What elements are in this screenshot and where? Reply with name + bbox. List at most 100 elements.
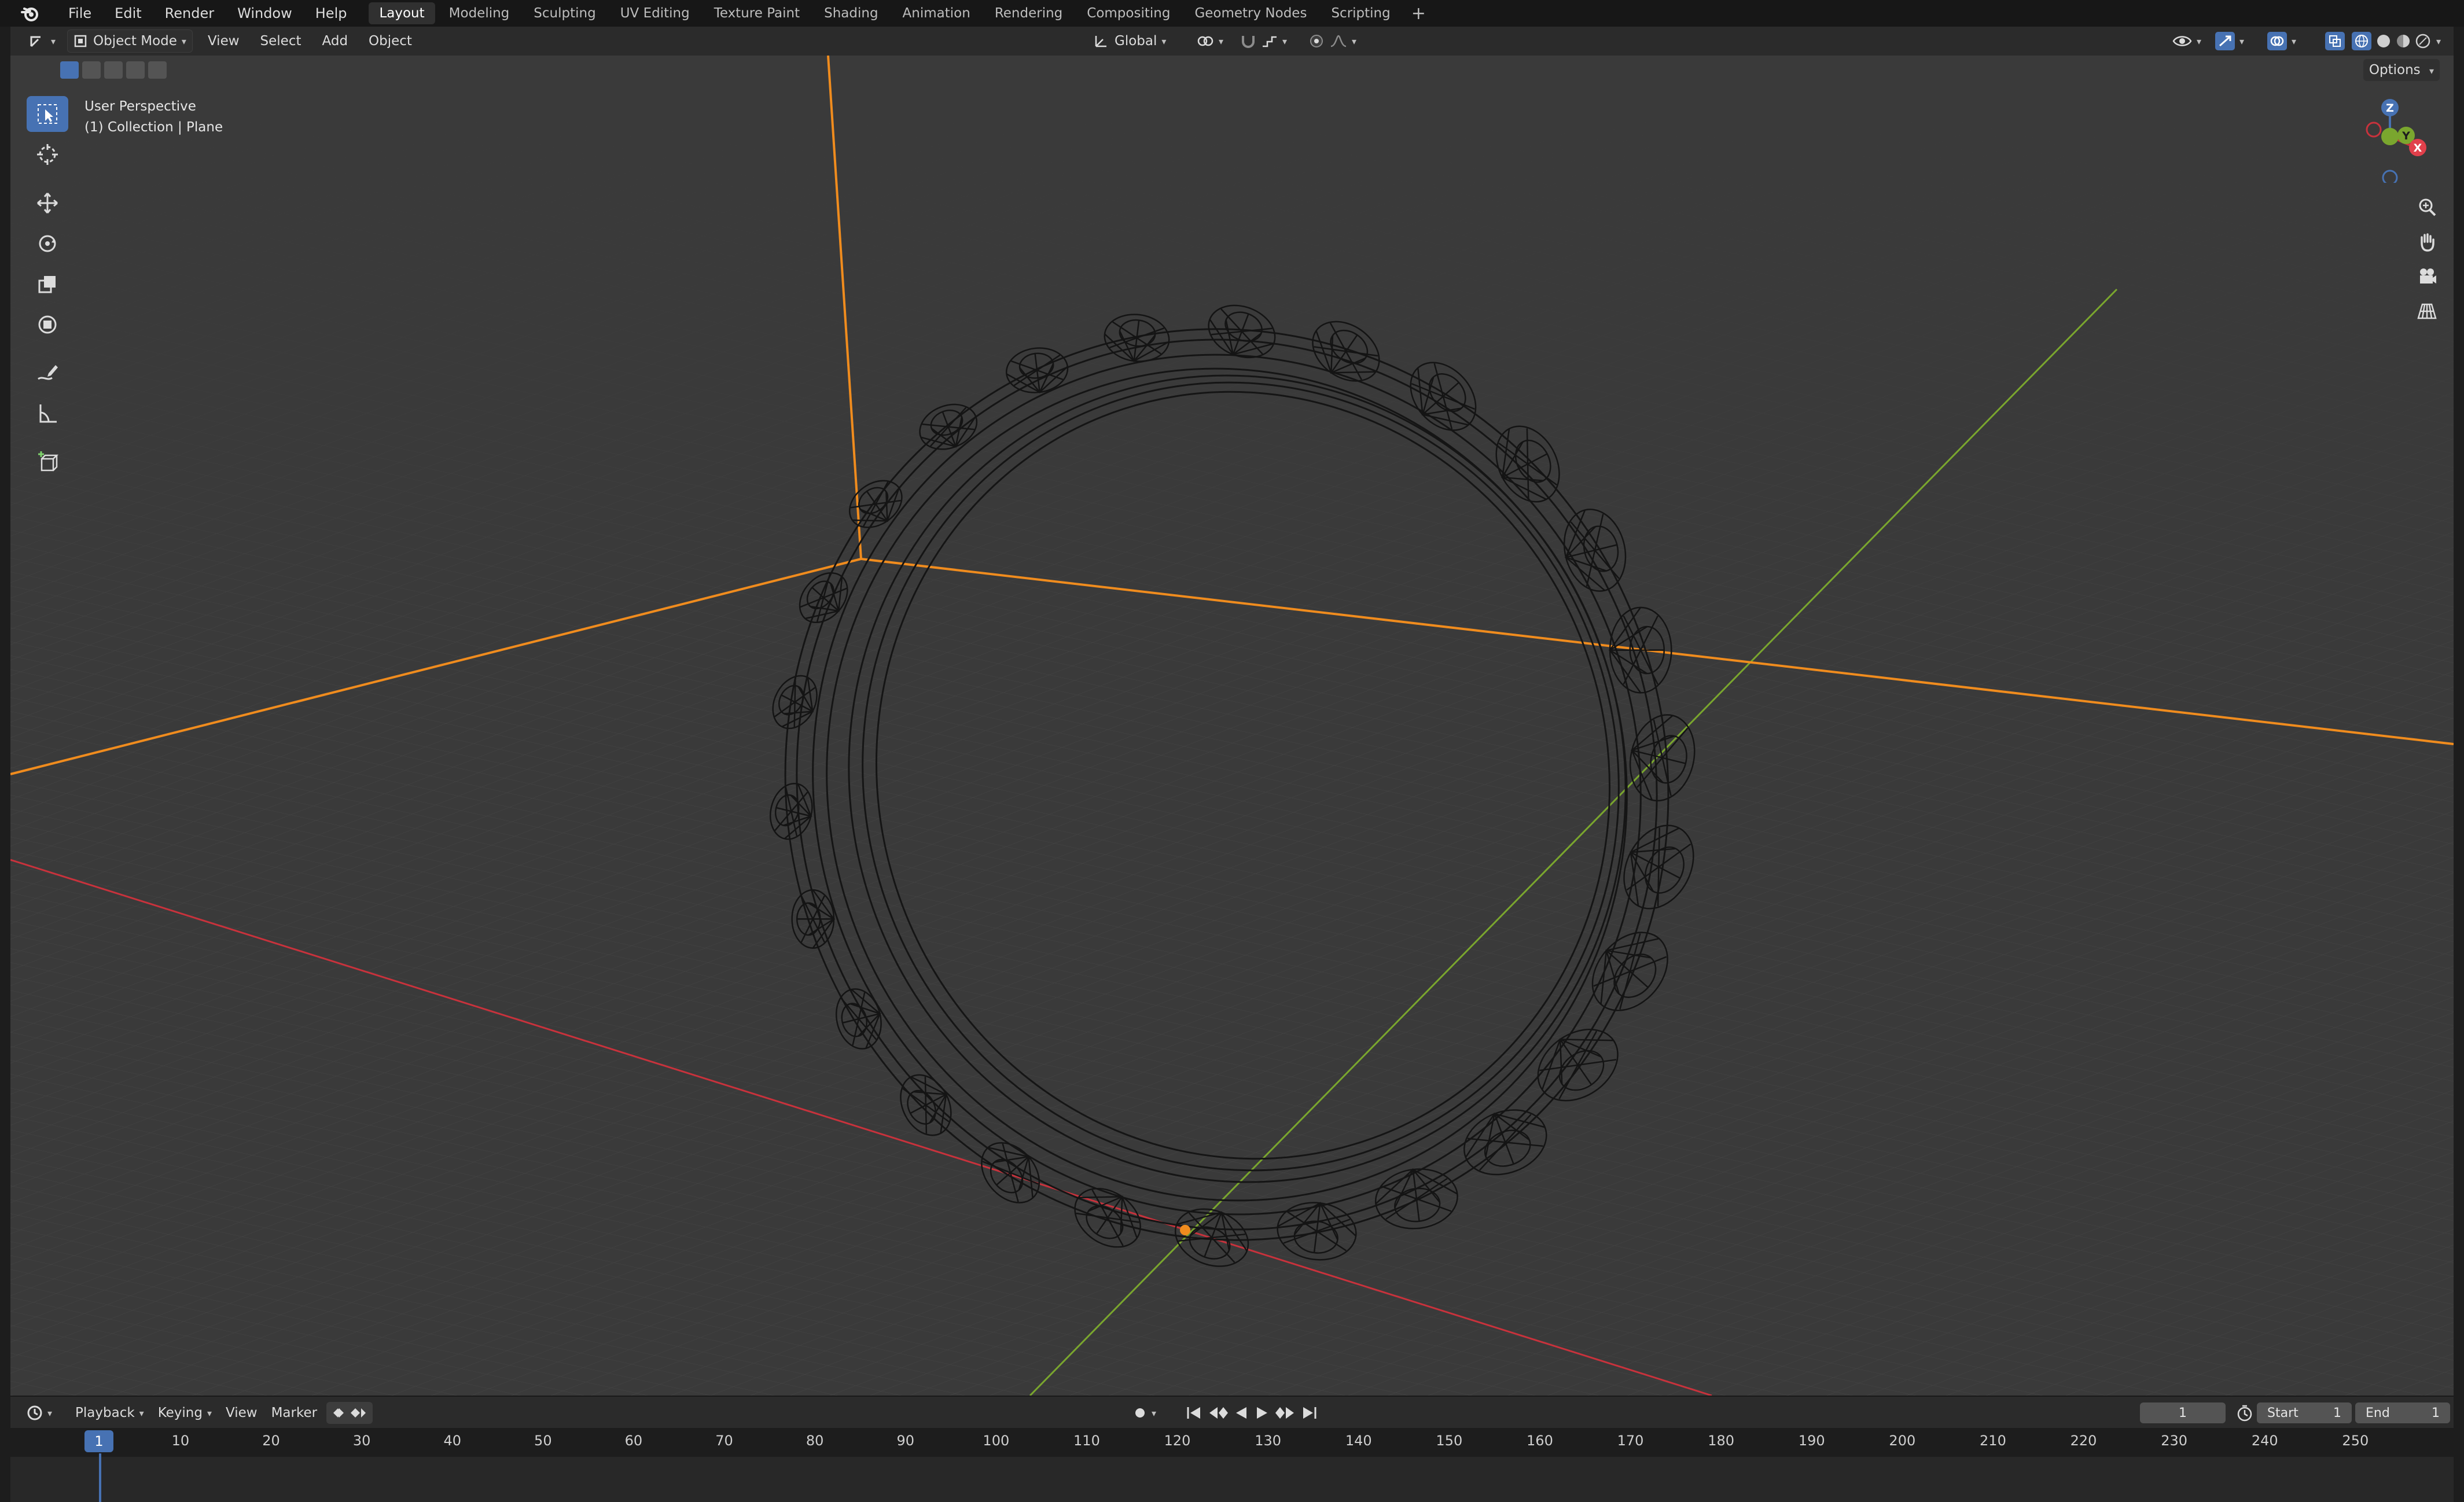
perspective-toggle-button[interactable] [2411,295,2443,327]
header-menu-view[interactable]: View [202,30,245,52]
auto-keying-toggle[interactable]: ▾ [1127,1402,1162,1424]
tab-texture-paint[interactable]: Texture Paint [704,2,810,24]
snap-toggle[interactable]: ▾ [1234,30,1293,52]
cursor-tool[interactable] [27,137,68,172]
select-extend-button[interactable] [82,61,101,79]
object-origin-dot [1180,1225,1190,1235]
ruler-tick-label: 90 [896,1433,915,1449]
falloff-icon [1330,35,1347,47]
frame-ruler[interactable]: 1 10 20 30 40 50 60 70 80 90 100 110 120 130 140 150 160… [10,1428,2454,1457]
workspace-tabs: Layout Modeling Sculpting UV Editing Tex… [369,2,1432,24]
tab-modeling[interactable]: Modeling [439,2,520,24]
current-frame-field[interactable]: 1 [2140,1402,2226,1423]
timeline-area[interactable]: 1 10 20 30 40 50 60 70 80 90 100 110 120 130 140 150 160… [10,1428,2454,1502]
header-menu-add[interactable]: Add [317,30,354,52]
menu-file[interactable]: File [57,0,103,27]
marker-menu[interactable]: Marker [266,1402,323,1424]
playback-menu[interactable]: Playback ▾ [69,1402,150,1424]
header-menu-object[interactable]: Object [363,30,418,52]
gizmo-neg-x-handle[interactable] [2366,122,2382,138]
prev-keyframe-icon[interactable] [1208,1405,1228,1420]
play-reverse-icon[interactable] [1234,1405,1249,1420]
wireframe-shading-button[interactable] [2352,32,2371,50]
rotate-tool[interactable] [27,226,68,262]
gizmo-neg-y-handle[interactable] [2381,128,2399,145]
proportional-editing-toggle[interactable]: ▾ [1303,30,1362,52]
chevron-down-icon: ▾ [51,35,56,47]
tab-geometry-nodes[interactable]: Geometry Nodes [1184,2,1317,24]
3d-viewport[interactable]: User Perspective (1) Collection | Plane … [10,56,2454,1396]
top-menu-bar: File Edit Render Window Help Layout Mode… [0,0,2464,27]
tab-shading[interactable]: Shading [814,2,888,24]
tab-uv-editing[interactable]: UV Editing [610,2,700,24]
tab-rendering[interactable]: Rendering [984,2,1073,24]
tab-layout[interactable]: Layout [369,2,435,24]
solid-shading-icon[interactable] [2375,32,2392,50]
pan-button[interactable] [2411,226,2443,258]
menu-edit[interactable]: Edit [103,0,153,27]
scale-tool[interactable] [27,266,68,302]
current-frame-marker[interactable]: 1 [84,1430,113,1452]
select-invert-button[interactable] [126,61,145,79]
chevron-down-icon: ▾ [1152,1407,1157,1419]
add-cube-tool[interactable] [27,444,68,480]
add-workspace-button[interactable]: + [1404,3,1433,24]
editor-type-button[interactable]: ▾ [23,30,61,52]
pivot-point-dropdown[interactable]: ▾ [1191,30,1229,52]
move-tool[interactable] [27,185,68,221]
tab-scripting[interactable]: Scripting [1321,2,1400,24]
ruler-tick-label: 50 [534,1433,552,1449]
overlays-toggle[interactable]: ▾ [2261,30,2302,52]
options-dropdown[interactable]: Options ▾ [2363,59,2440,81]
gizmo-toggle[interactable]: ▾ [2209,30,2250,52]
visibility-dropdown[interactable]: ▾ [2167,30,2207,52]
blender-logo-icon[interactable] [20,3,41,24]
playback-controls [1185,1405,1318,1420]
stopwatch-icon[interactable] [2236,1404,2253,1422]
chevron-down-icon[interactable]: ▾ [2436,36,2441,47]
transform-orientation-dropdown[interactable]: Global ▾ [1088,30,1172,52]
chevron-down-icon: ▾ [1282,35,1288,47]
camera-icon [2420,268,2436,284]
tab-compositing[interactable]: Compositing [1076,2,1180,24]
options-label: Options [2369,62,2421,78]
playhead-line[interactable] [99,1453,101,1502]
header-menu-select[interactable]: Select [255,30,307,52]
zoom-button[interactable] [2411,191,2443,223]
grid-perspective-icon [2417,303,2437,319]
menu-window[interactable]: Window [226,0,304,27]
menu-render[interactable]: Render [153,0,226,27]
select-new-button[interactable] [60,61,79,79]
chevron-down-icon: ▾ [47,1407,53,1419]
annotate-tool[interactable] [27,355,68,391]
viewport-scene [10,56,2454,1396]
only-keyframes-toggle[interactable] [326,1402,373,1424]
mode-dropdown[interactable]: Object Mode ▾ [67,30,193,53]
tab-sculpting[interactable]: Sculpting [523,2,606,24]
select-intersect-button[interactable] [148,61,167,79]
menu-help[interactable]: Help [304,0,359,27]
ruler-tick-label: 150 [1436,1433,1463,1449]
rendered-shading-icon[interactable] [2414,32,2432,50]
play-icon[interactable] [1255,1405,1270,1420]
chevron-down-icon: ▾ [207,1407,212,1419]
jump-start-icon[interactable] [1185,1405,1202,1420]
magnet-icon [1242,36,1255,48]
zoom-magnifier-icon [2419,198,2436,216]
timeline-editor-type-button[interactable]: ▾ [21,1402,58,1424]
end-frame-field[interactable]: End 1 [2355,1402,2450,1423]
gizmo-neg-z-handle[interactable] [2382,170,2398,183]
camera-view-button[interactable] [2411,260,2443,293]
tab-animation[interactable]: Animation [892,2,981,24]
keying-menu[interactable]: Keying ▾ [152,1402,218,1424]
transform-tool[interactable] [27,307,68,343]
measure-tool[interactable] [27,396,68,432]
navigation-gizmo[interactable]: Z Y X [2348,90,2435,183]
material-preview-icon[interactable] [2395,32,2412,50]
jump-end-icon[interactable] [1301,1405,1318,1420]
start-frame-field[interactable]: Start 1 [2257,1402,2352,1423]
select-box-tool[interactable] [27,96,68,132]
select-subtract-button[interactable] [104,61,123,79]
next-keyframe-icon[interactable] [1275,1405,1295,1420]
timeline-view-menu[interactable]: View [220,1402,263,1424]
